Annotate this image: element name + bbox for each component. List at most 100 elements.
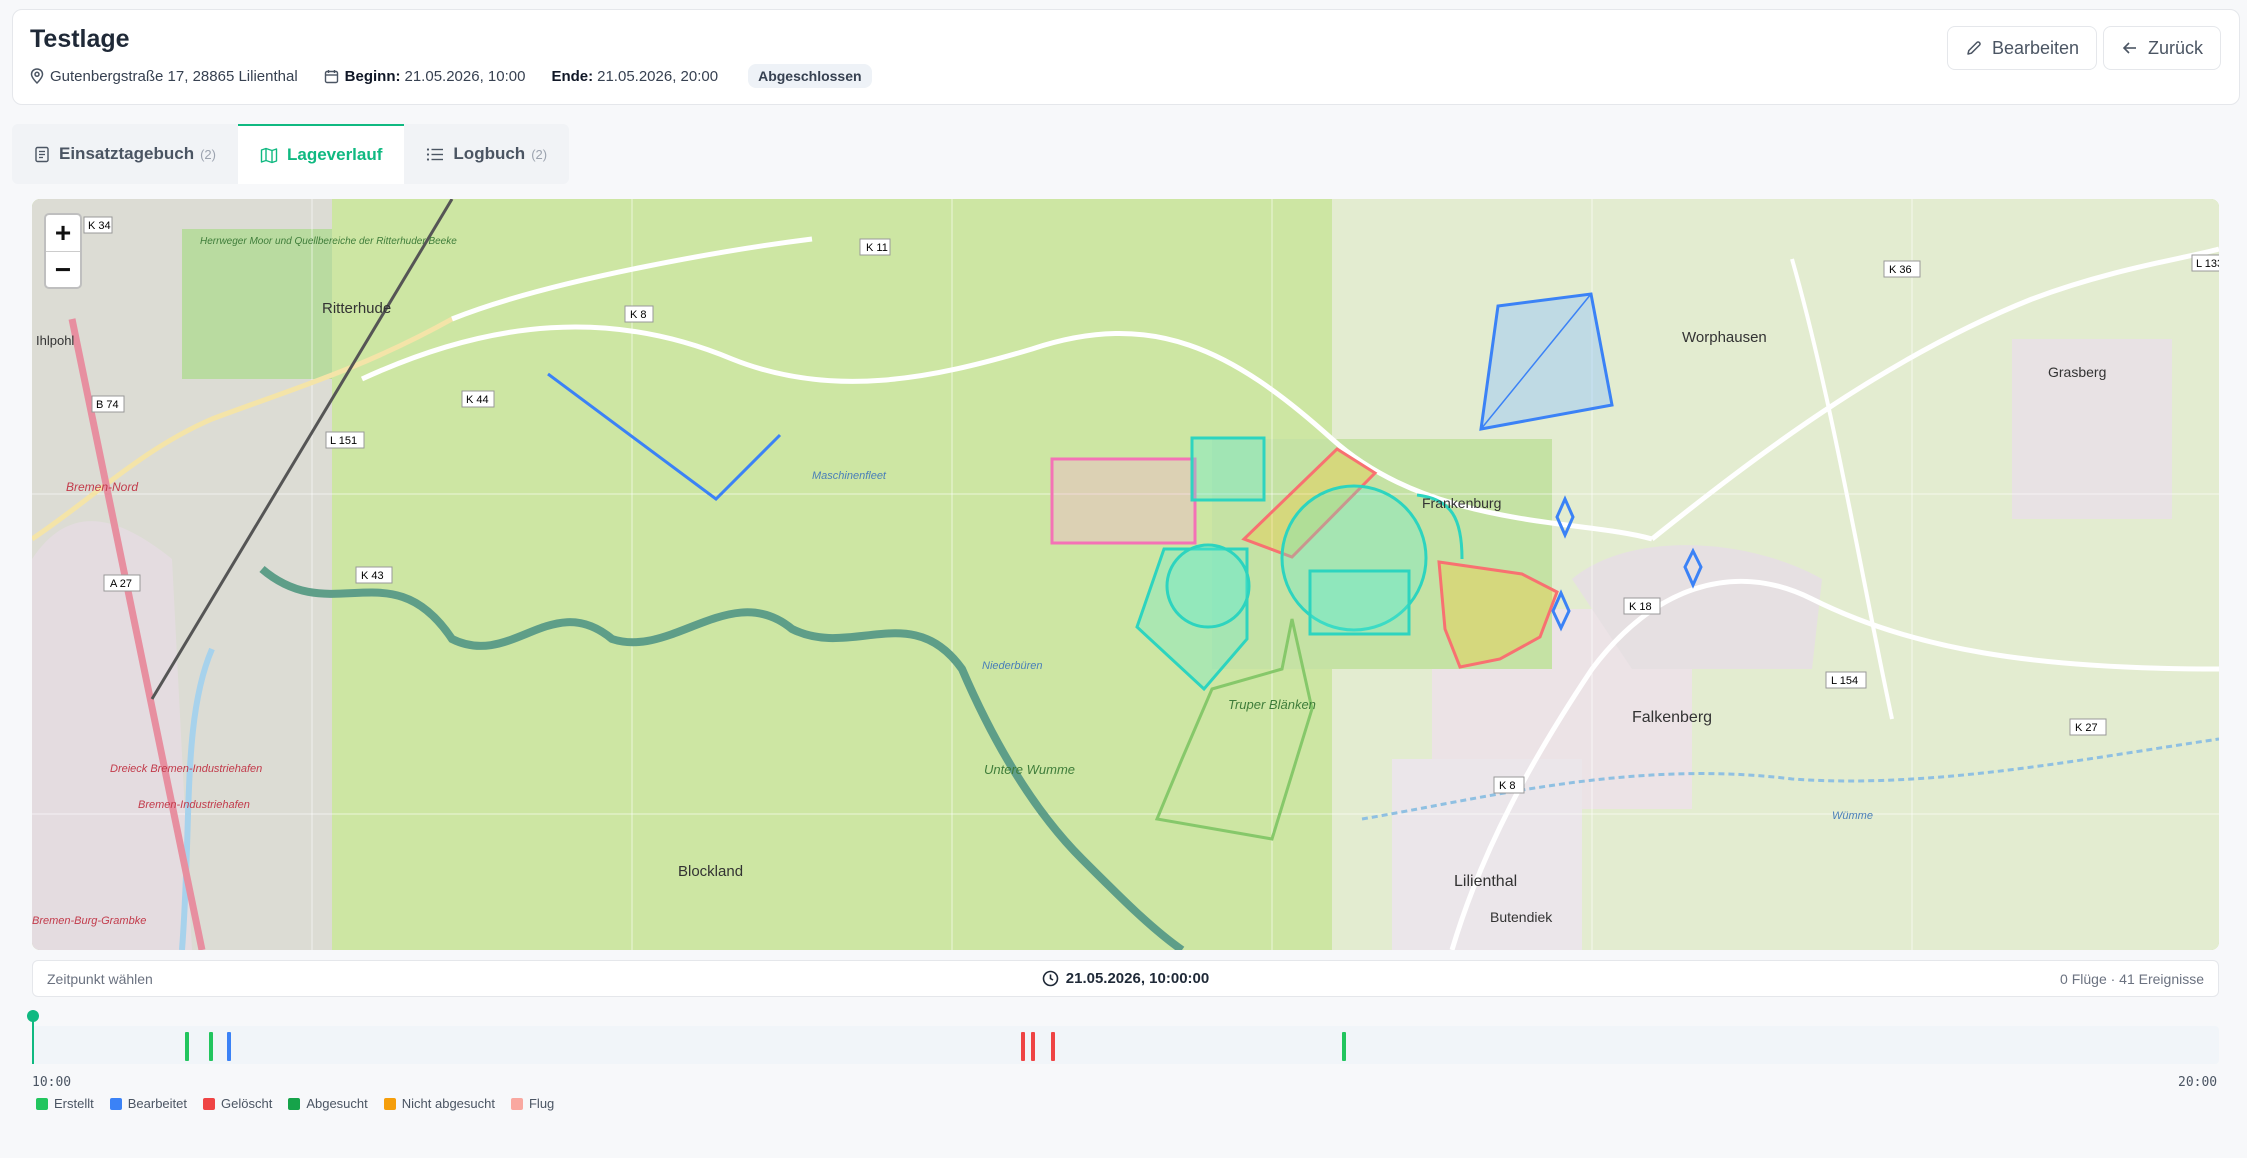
end-value: 21.05.2026, 20:00 (597, 67, 719, 85)
timeline-event-created[interactable] (1342, 1032, 1346, 1061)
timeline-cursor-handle[interactable] (27, 1010, 39, 1022)
zoom-control: + − (44, 213, 82, 289)
legend-item: Flug (510, 1096, 555, 1111)
location-pin-icon (30, 68, 44, 84)
begin-value: 21.05.2026, 10:00 (404, 67, 526, 85)
tab-einsatztagebuch-label: Einsatztagebuch (59, 144, 195, 163)
road-label: K 8 (1499, 780, 1516, 792)
begin-time: Beginn: 21.05.2026, 10:00 (324, 67, 526, 85)
begin-label: Beginn: (344, 67, 401, 85)
tab-logbuch-label: Logbuch (453, 144, 526, 163)
place-label: Wümme (1832, 810, 1873, 822)
place-label: Bremen-Nord (66, 480, 138, 494)
incident-header: Testlage Gutenbergstraße 17, 28865 Lilie… (12, 9, 2240, 105)
map-icon (260, 147, 278, 163)
list-icon (427, 147, 444, 161)
legend-label: Abgesucht (306, 1096, 368, 1111)
legend-label: Gelöscht (221, 1096, 273, 1111)
timeline-legend: Erstellt Bearbeitet Gelöscht Abgesucht Nicht… (36, 1096, 570, 1111)
drawn-rectangle-pink[interactable] (1050, 457, 1197, 545)
address: Gutenbergstraße 17, 28865 Lilienthal (30, 68, 298, 85)
legend-label: Erstellt (54, 1096, 94, 1111)
place-label: Truper Blänken (1228, 697, 1316, 712)
zoom-in-button[interactable]: + (46, 215, 80, 251)
legend-item: Gelöscht (203, 1096, 272, 1111)
drawn-polygon-blue[interactable] (1479, 292, 1614, 431)
drawn-rectangle-teal-small[interactable] (1308, 569, 1411, 636)
tab-einsatztagebuch[interactable]: Einsatztagebuch (2) (12, 124, 238, 184)
timeline-start-label: 10:00 (32, 1075, 72, 1090)
clock-icon (1042, 970, 1059, 987)
time-selector-bar[interactable]: Zeitpunkt wählen 21.05.2026, 10:00:00 0 … (32, 960, 2219, 997)
place-label: Niederbüren (982, 660, 1043, 672)
map-canvas[interactable]: Ritterhude Ihlpohl Bremen-Nord Worphause… (32, 199, 2219, 950)
tab-lageverlauf-label: Lageverlauf (286, 145, 383, 164)
tab-lageverlauf[interactable]: Lageverlauf (237, 124, 405, 184)
place-label: Worphausen (1682, 329, 1767, 346)
notebook-icon (35, 146, 49, 162)
place-label: Butendiek (1490, 909, 1553, 925)
drawn-rectangle-teal[interactable] (1190, 436, 1266, 502)
tab-logbuch-count: (2) (531, 146, 548, 162)
legend-swatch (36, 1097, 48, 1110)
zoom-out-button[interactable]: − (46, 251, 80, 287)
legend-item: Erstellt (36, 1096, 94, 1111)
place-label: Bremen-Industriehafen (138, 799, 250, 811)
road-label: K 43 (361, 570, 384, 582)
legend-label: Bearbeitet (127, 1096, 187, 1111)
current-time-value: 21.05.2026, 10:00:00 (1065, 970, 1210, 987)
legend-swatch (383, 1097, 396, 1110)
legend-label: Nicht abgesucht (401, 1096, 495, 1111)
road-label: A 27 (110, 578, 132, 590)
timeline-end-label: 20:00 (2178, 1075, 2218, 1090)
place-label: Falkenberg (1632, 709, 1712, 726)
situation-map[interactable]: Ritterhude Ihlpohl Bremen-Nord Worphause… (32, 199, 2219, 950)
place-label: Herrweger Moor und Quellbereiche der Rit… (200, 236, 457, 247)
address-text: Gutenbergstraße 17, 28865 Lilienthal (50, 67, 298, 85)
road-label: K 44 (466, 394, 489, 406)
road-label: K 36 (1889, 264, 1912, 276)
place-label: Grasberg (2048, 364, 2106, 380)
tab-einsatztagebuch-count: (2) (200, 146, 216, 162)
timeline-event-edited[interactable] (227, 1032, 231, 1061)
road-label: L 154 (1831, 675, 1858, 687)
road-label: K 27 (2075, 722, 2098, 734)
pencil-icon (1967, 41, 1981, 55)
timeline-event-created[interactable] (185, 1032, 189, 1061)
place-label: Blockland (678, 863, 743, 880)
status-badge: Abgeschlossen (748, 64, 872, 88)
calendar-icon (324, 69, 338, 83)
road-label: L 133 (2196, 258, 2219, 270)
legend-swatch (288, 1097, 301, 1110)
event-timeline[interactable] (27, 1010, 2219, 1064)
legend-item: Nicht abgesucht (383, 1096, 495, 1111)
timeline-event-deleted[interactable] (1031, 1032, 1035, 1061)
end-label: Ende: (551, 67, 594, 85)
map-forest (182, 229, 332, 379)
time-picker-label[interactable]: Zeitpunkt wählen (47, 971, 153, 987)
road-label: K 18 (1629, 601, 1652, 613)
back-button-label: Zurück (2148, 37, 2204, 58)
legend-swatch (109, 1097, 122, 1110)
place-label: Frankenburg (1422, 495, 1501, 511)
tab-logbuch[interactable]: Logbuch (2) (404, 124, 569, 184)
timeline-event-deleted[interactable] (1021, 1032, 1025, 1061)
back-button[interactable]: Zurück (2103, 26, 2222, 70)
place-label: Ihlpohl (36, 333, 74, 348)
road-label: K 11 (866, 242, 888, 254)
end-time: Ende: 21.05.2026, 20:00 (551, 68, 718, 85)
road-label: L 151 (330, 435, 357, 447)
edit-button[interactable]: Bearbeiten (1947, 26, 2098, 70)
road-label: K 34 (88, 220, 111, 232)
place-label: Lilienthal (1454, 873, 1517, 890)
timeline-event-created[interactable] (209, 1032, 213, 1061)
legend-label: Flug (528, 1096, 555, 1111)
timeline-event-deleted[interactable] (1051, 1032, 1055, 1061)
place-label: Maschinenfleet (812, 470, 887, 482)
legend-item: Abgesucht (288, 1096, 368, 1111)
timeline-cursor[interactable] (27, 1010, 39, 1064)
page-title: Testlage (30, 25, 130, 53)
place-label: Bremen-Burg-Grambke (32, 915, 146, 927)
edit-button-label: Bearbeiten (1992, 37, 2080, 58)
drawn-circle-small[interactable] (1165, 543, 1251, 629)
